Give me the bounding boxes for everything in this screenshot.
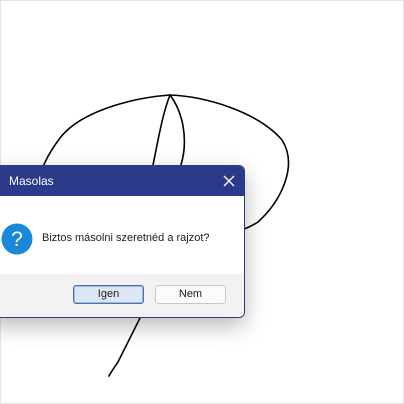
- dialog-footer: Igen Nem: [0, 274, 244, 317]
- copy-confirm-dialog: Masolas ? Biztos másolni szeretnéd a raj…: [0, 165, 245, 318]
- dialog-content: ? Biztos másolni szeretnéd a rajzot?: [0, 196, 244, 274]
- yes-button[interactable]: Igen: [73, 285, 144, 304]
- no-button[interactable]: Nem: [155, 285, 226, 304]
- sketch-tail-stroke: [108, 317, 141, 377]
- question-icon: ?: [1, 223, 33, 255]
- dialog-titlebar[interactable]: Masolas: [0, 166, 244, 196]
- close-button[interactable]: [214, 166, 244, 196]
- svg-text:?: ?: [11, 228, 23, 251]
- close-icon: [223, 175, 235, 187]
- dialog-message: Biztos másolni szeretnéd a rajzot?: [42, 232, 210, 244]
- dialog-title: Masolas: [9, 174, 54, 188]
- sketch-stem-right-stroke: [169, 94, 186, 176]
